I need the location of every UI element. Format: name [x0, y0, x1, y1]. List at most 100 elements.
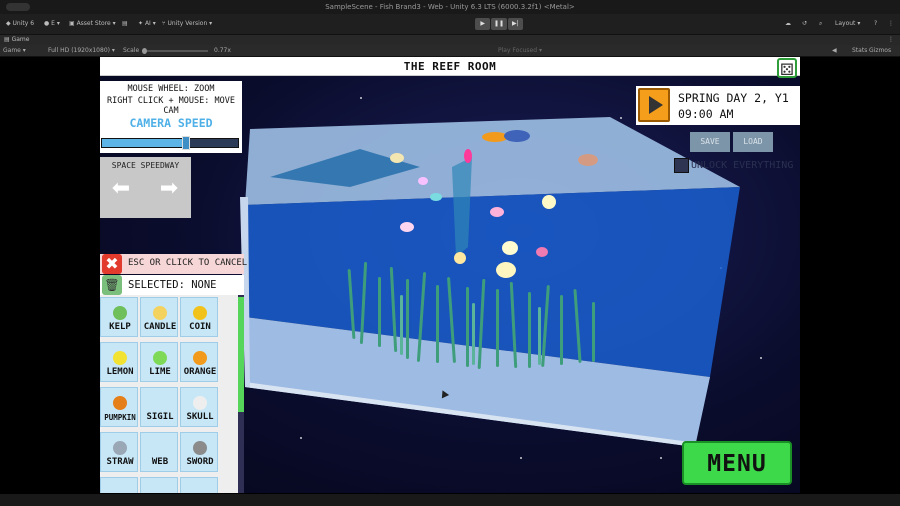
item-label: SIGIL — [146, 412, 174, 422]
item-lime[interactable]: LIME — [140, 342, 178, 382]
mute-icon[interactable]: ◀ — [832, 47, 837, 54]
item-label: LIME — [149, 367, 171, 377]
layout-dropdown[interactable]: Layout ▾ — [835, 20, 860, 27]
scrollbar-thumb[interactable] — [238, 297, 244, 412]
item-sword[interactable]: SWORD — [180, 432, 218, 472]
space-speedway-panel: SPACE SPEEDWAY ⬅ ➡ — [100, 157, 191, 218]
item-palette-scrollbar[interactable] — [238, 295, 244, 493]
stats-button[interactable]: Stats — [852, 47, 867, 54]
item-slot[interactable] — [180, 477, 218, 493]
kelp-plant — [472, 303, 475, 365]
lemon-icon — [113, 351, 127, 365]
trash-icon[interactable]: 🗑 — [102, 275, 122, 295]
cloud-icon[interactable]: ☁ — [785, 20, 791, 27]
version-control-dropdown[interactable]: ⑂ Unity Version ▾ — [162, 20, 212, 27]
step-button[interactable]: ▶| — [507, 18, 523, 30]
item-coin[interactable]: COIN — [180, 297, 218, 337]
asset-store-button[interactable]: ▣ Asset Store ▾ — [69, 20, 116, 27]
play-focused-dropdown[interactable]: Play Focused ▾ — [498, 47, 542, 54]
item-label: ORANGE — [183, 367, 217, 377]
item-label: COIN — [189, 322, 211, 332]
menu-dots-icon[interactable]: ⋮ — [888, 20, 894, 27]
item-label: SKULL — [186, 412, 214, 422]
camera-speed-slider[interactable] — [101, 136, 239, 150]
item-label: PUMPKIN — [104, 413, 136, 422]
help-zoom-text: MOUSE WHEEL: ZOOM — [127, 84, 215, 94]
straw-icon — [113, 441, 127, 455]
fish — [496, 262, 516, 278]
editor-tab-bar: ▤ Game ⋮ — [0, 35, 900, 45]
item-web[interactable]: WEB — [140, 432, 178, 472]
help-move-cam-text: RIGHT CLICK + MOUSE: MOVE CAM — [107, 96, 235, 116]
item-orange[interactable]: ORANGE — [180, 342, 218, 382]
pumpkin-icon — [113, 396, 127, 410]
item-skull[interactable]: SKULL — [180, 387, 218, 427]
editor-status-bar — [0, 494, 900, 506]
item-pumpkin[interactable]: PUMPKIN — [100, 387, 138, 427]
item-label: CANDLE — [143, 322, 177, 332]
play-time-button[interactable] — [638, 88, 670, 122]
fish — [430, 193, 442, 201]
kelp-plant — [560, 295, 563, 365]
arrow-right-icon[interactable]: ➡ — [156, 177, 182, 201]
coin-icon — [193, 306, 207, 320]
scale-slider[interactable] — [142, 48, 208, 54]
item-label: STRAW — [106, 457, 134, 467]
kelp-plant — [538, 307, 541, 365]
menu-button[interactable]: MENU — [682, 441, 792, 485]
account-dropdown[interactable]: ● E ▾ — [44, 20, 60, 27]
lime-icon — [153, 351, 167, 365]
save-button[interactable]: SAVE — [690, 132, 730, 152]
item-lemon[interactable]: LEMON — [100, 342, 138, 382]
camera-speed-fill — [102, 139, 187, 147]
orange-icon — [193, 351, 207, 365]
fish — [400, 222, 414, 232]
ai-dropdown[interactable]: ✦ AI ▾ — [138, 20, 156, 27]
item-label: LEMON — [106, 367, 134, 377]
fish — [454, 252, 466, 264]
playmode-controls: ▶ ❚❚ ▶| — [475, 18, 523, 30]
kelp-plant — [400, 295, 403, 355]
kelp-plant — [406, 279, 409, 359]
help-icon[interactable]: ? — [874, 20, 877, 27]
fish — [464, 149, 472, 163]
package-icon[interactable]: ▤ — [122, 20, 128, 27]
kelp-plant — [378, 277, 381, 347]
display-dropdown[interactable]: Game ▾ — [3, 47, 26, 54]
sigil-icon — [153, 396, 167, 410]
item-straw[interactable]: STRAW — [100, 432, 138, 472]
history-icon[interactable]: ↺ — [802, 20, 807, 27]
item-kelp[interactable]: KELP — [100, 297, 138, 337]
window-title: SampleScene - Fish Brand3 - Web - Unity … — [325, 3, 575, 11]
load-button[interactable]: LOAD — [733, 132, 773, 152]
camera-speed-knob[interactable] — [182, 136, 191, 150]
fish — [536, 247, 548, 257]
arrow-left-icon[interactable]: ⬅ — [108, 177, 134, 201]
play-button[interactable]: ▶ — [475, 18, 491, 30]
search-icon[interactable]: ⌕ — [819, 20, 822, 28]
unlock-everything-label: UNLOCK EVERYTHING — [691, 160, 794, 171]
unlock-everything-checkbox[interactable] — [674, 158, 689, 173]
tab-menu-icon[interactable]: ⋮ — [888, 36, 894, 43]
skull-icon — [193, 396, 207, 410]
game-viewport[interactable]: THE REEF ROOM ⚄ MOUSE WHEEL: ZOOM RIGHT … — [100, 57, 800, 493]
game-tab[interactable]: ▤ Game — [4, 36, 29, 43]
resolution-dropdown[interactable]: Full HD (1920x1080) ▾ — [48, 47, 115, 54]
cancel-row[interactable]: ✖ ESC OR CLICK TO CANCEL — [100, 254, 247, 274]
kelp-plant — [592, 302, 595, 362]
clock-panel: SPRING DAY 2, Y1 09:00 AM — [636, 86, 800, 125]
fish — [578, 154, 598, 166]
dice-icon[interactable]: ⚄ — [777, 58, 797, 79]
item-candle[interactable]: CANDLE — [140, 297, 178, 337]
unity-menu[interactable]: ◆ Unity 6 — [6, 20, 34, 27]
space-speedway-label: SPACE SPEEDWAY — [111, 161, 180, 170]
fish — [542, 195, 556, 209]
item-slot[interactable] — [100, 477, 138, 493]
item-sigil[interactable]: SIGIL — [140, 387, 178, 427]
item-slot[interactable] — [140, 477, 178, 493]
kelp-plant — [528, 292, 531, 368]
scale-value: 0.77x — [214, 47, 231, 54]
pause-button[interactable]: ❚❚ — [491, 18, 507, 30]
close-icon[interactable]: ✖ — [102, 254, 122, 274]
gizmos-button[interactable]: Gizmos — [869, 47, 891, 54]
